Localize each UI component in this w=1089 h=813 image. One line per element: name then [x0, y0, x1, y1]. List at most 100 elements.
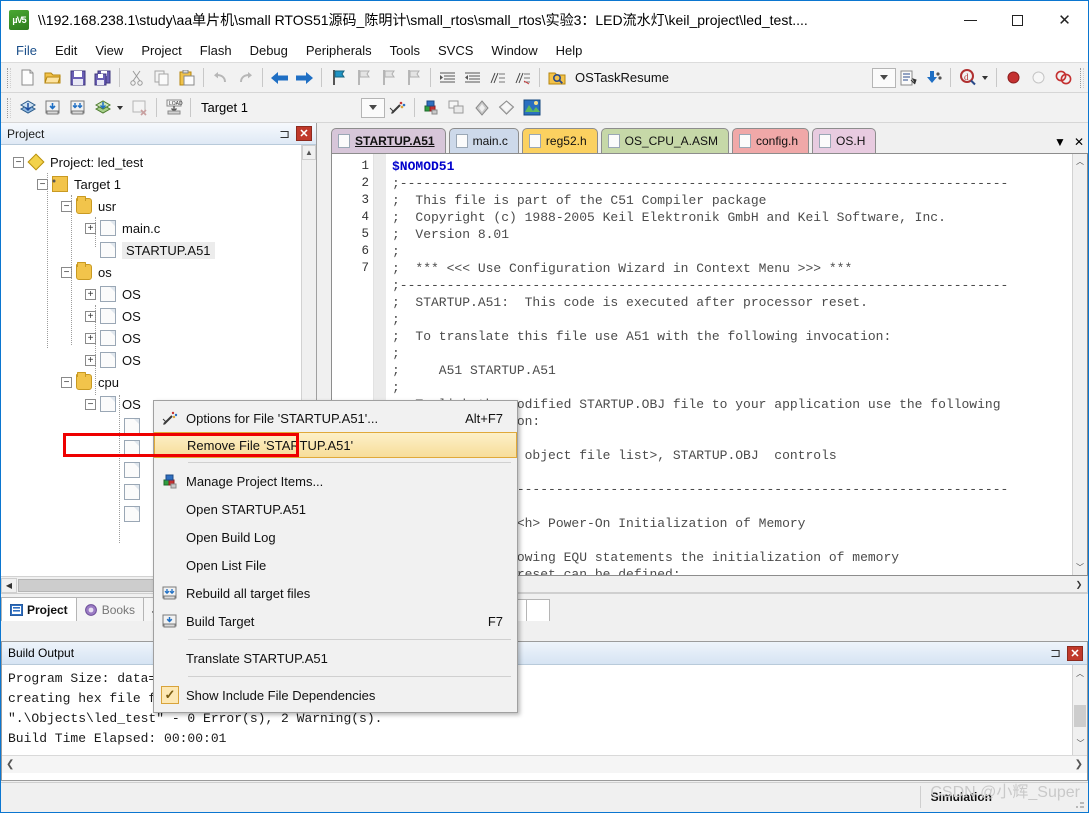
tab-reg52-h[interactable]: reg52.h [521, 128, 598, 153]
build-target-icon[interactable] [40, 95, 65, 120]
translate-file-icon[interactable] [15, 95, 40, 120]
manage-components-icon[interactable] [444, 95, 469, 120]
insert-file-icon[interactable] [896, 65, 921, 90]
bookmark-toggle-icon[interactable] [326, 65, 351, 90]
menu-project[interactable]: Project [132, 40, 190, 61]
ctx-remove-file[interactable]: Remove File 'STARTUP.A51' [154, 432, 517, 458]
menu-window[interactable]: Window [482, 40, 546, 61]
target-selector[interactable]: Target 1 [195, 98, 359, 118]
scroll-down-icon[interactable]: ﹀ [1073, 560, 1087, 575]
tree-node-project[interactable]: − Project: led_test [1, 151, 316, 173]
ctx-manage-project-items[interactable]: Manage Project Items... [154, 467, 517, 495]
open-file-icon[interactable] [40, 65, 65, 90]
tab-config-h[interactable]: config.h [732, 128, 810, 153]
redo-icon[interactable] [233, 65, 258, 90]
breakpoint-clear-all-icon[interactable] [1051, 65, 1076, 90]
tree-node-os-file[interactable]: + OS [1, 327, 316, 349]
load-flash-icon[interactable]: LOAD [161, 95, 186, 120]
tab-os-h[interactable]: OS.H [812, 128, 877, 153]
navigate-back-icon[interactable] [267, 65, 292, 90]
tree-node-os-folder[interactable]: − os [1, 261, 316, 283]
close-icon[interactable]: ✕ [296, 126, 312, 141]
scroll-up-icon[interactable]: ︿ [1073, 154, 1087, 169]
manage-project-items-icon[interactable] [419, 95, 444, 120]
ctx-open-build-log[interactable]: Open Build Log [154, 523, 517, 551]
menu-edit[interactable]: Edit [46, 40, 86, 61]
toolbar-grip-end[interactable] [1080, 67, 1084, 88]
bookmark-clear-icon[interactable] [401, 65, 426, 90]
expander-icon[interactable]: + [85, 288, 96, 300]
ctx-translate-startup-a51[interactable]: Translate STARTUP.A51 [154, 644, 517, 672]
ctx-rebuild-all-target-files[interactable]: Rebuild all target files [154, 579, 517, 607]
menu-debug[interactable]: Debug [241, 40, 297, 61]
copy-icon[interactable] [149, 65, 174, 90]
expander-icon[interactable]: − [13, 156, 24, 168]
breakpoint-disable-icon[interactable] [1026, 65, 1051, 90]
tab-os-cpu-a-asm[interactable]: OS_CPU_A.ASM [600, 128, 729, 153]
scroll-right-icon[interactable]: ❯ [1075, 759, 1083, 770]
ctx-show-include-file-dependencies[interactable]: ✓ Show Include File Dependencies [154, 681, 517, 709]
tree-node-os-file[interactable]: + OS [1, 349, 316, 371]
pin-icon[interactable]: ⊐ [279, 126, 290, 142]
uncomment-lines-icon[interactable] [510, 65, 535, 90]
tab-startup-a51[interactable]: STARTUP.A51 [331, 128, 446, 153]
scroll-left-icon[interactable]: ❮ [6, 759, 14, 770]
tree-node-os-file[interactable]: + OS [1, 305, 316, 327]
menu-help[interactable]: Help [547, 40, 592, 61]
rebuild-all-icon[interactable] [65, 95, 90, 120]
menu-peripherals[interactable]: Peripherals [297, 40, 381, 61]
tab-project[interactable]: Project [1, 597, 77, 621]
undo-icon[interactable] [208, 65, 233, 90]
indent-left-icon[interactable] [460, 65, 485, 90]
new-file-icon[interactable] [15, 65, 40, 90]
pack-installer-icon[interactable] [494, 95, 519, 120]
menu-svcs[interactable]: SVCS [429, 40, 482, 61]
ctx-open-list-file[interactable]: Open List File [154, 551, 517, 579]
breakpoint-icon[interactable] [1001, 65, 1026, 90]
scroll-right-icon[interactable]: ❯ [1071, 577, 1087, 592]
pin-icon[interactable]: ⊐ [1050, 645, 1061, 661]
paste-icon[interactable] [174, 65, 199, 90]
maximize-button[interactable] [994, 1, 1041, 39]
tree-node-os-file[interactable]: + OS [1, 283, 316, 305]
indent-right-icon[interactable] [435, 65, 460, 90]
navigate-forward-icon[interactable] [292, 65, 317, 90]
function-name-box[interactable]: OSTaskResume [569, 70, 675, 85]
expander-icon[interactable]: − [85, 398, 96, 410]
toolbar-grip[interactable] [7, 97, 11, 118]
build-output-hscrollbar[interactable]: ❮ ❯ [2, 755, 1087, 773]
stop-build-icon[interactable] [127, 95, 152, 120]
expander-icon[interactable]: − [61, 376, 72, 388]
bookmark-prev-icon[interactable] [351, 65, 376, 90]
multi-project-icon[interactable] [469, 95, 494, 120]
scroll-thumb[interactable] [1074, 705, 1086, 727]
debug-dropdown-icon[interactable] [980, 65, 992, 90]
options-for-target-icon[interactable] [385, 95, 410, 120]
file-context-menu[interactable]: Options for File 'STARTUP.A51'... Alt+F7… [153, 400, 518, 713]
close-icon[interactable]: ✕ [1067, 645, 1083, 661]
bookmark-next-icon[interactable] [376, 65, 401, 90]
build-output-vscrollbar[interactable]: ︿ ﹀ [1072, 665, 1087, 755]
close-button[interactable]: ✕ [1041, 1, 1088, 39]
tab-main-c[interactable]: main.c [448, 128, 519, 153]
editor-vscrollbar[interactable]: ︿ ﹀ [1072, 154, 1087, 575]
scroll-left-icon[interactable]: ◀ [1, 577, 17, 593]
menu-flash[interactable]: Flash [191, 40, 241, 61]
tree-node-target[interactable]: − Target 1 [1, 173, 316, 195]
debug-search-icon[interactable]: d [955, 65, 980, 90]
save-all-icon[interactable] [90, 65, 115, 90]
download-icon[interactable] [921, 65, 946, 90]
scroll-up-icon[interactable]: ▲ [302, 145, 316, 160]
ctx-options-for-file[interactable]: Options for File 'STARTUP.A51'... Alt+F7 [154, 404, 517, 432]
menu-file[interactable]: File [7, 40, 46, 61]
chevron-down-icon[interactable]: ▼ [1054, 135, 1066, 149]
tree-node-cpu-folder[interactable]: − cpu [1, 371, 316, 393]
menu-view[interactable]: View [86, 40, 132, 61]
tab-books[interactable]: Books [75, 597, 145, 621]
scroll-track[interactable] [1073, 169, 1087, 560]
close-icon[interactable]: ✕ [1074, 135, 1084, 149]
toolbar-grip[interactable] [7, 67, 11, 88]
cut-icon[interactable] [124, 65, 149, 90]
function-browse-icon[interactable] [544, 65, 569, 90]
batch-build-dropdown-icon[interactable] [115, 95, 127, 120]
